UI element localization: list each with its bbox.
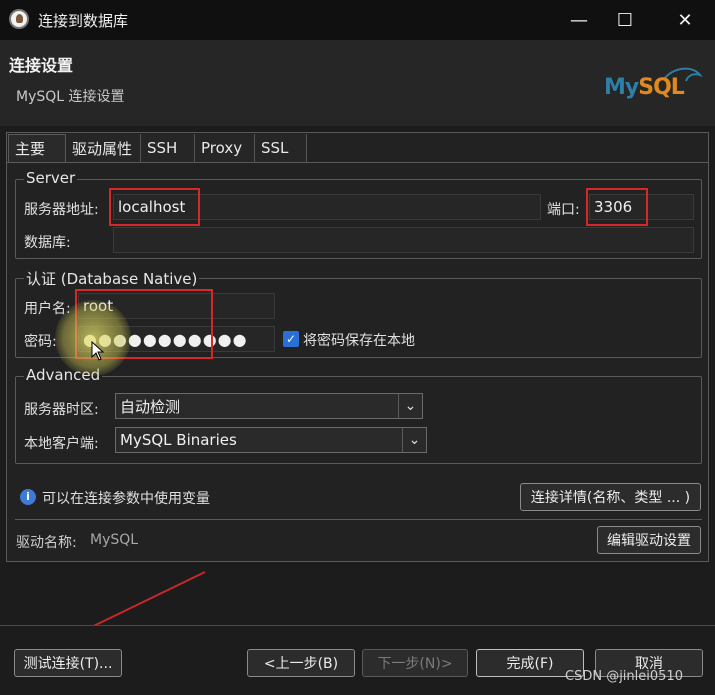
server-legend: Server xyxy=(24,169,78,187)
driver-value: MySQL xyxy=(90,532,139,548)
username-label: 用户名: xyxy=(24,301,71,317)
tab-ssh[interactable]: SSH xyxy=(141,134,195,162)
save-password-label: 将密码保存在本地 xyxy=(303,333,415,349)
dbeaver-app-icon xyxy=(9,9,29,29)
driver-divider xyxy=(15,519,702,520)
tab-ssl[interactable]: SSL xyxy=(255,134,307,162)
info-icon: i xyxy=(20,489,36,505)
tab-proxy[interactable]: Proxy xyxy=(195,134,255,162)
port-input[interactable]: 3306 xyxy=(589,194,694,220)
driver-label: 驱动名称: xyxy=(16,535,77,551)
close-button[interactable]: ✕ xyxy=(670,6,700,34)
mysql-logo-sql: SQL xyxy=(638,75,685,100)
timezone-label: 服务器时区: xyxy=(24,402,99,418)
auth-legend: 认证 (Database Native) xyxy=(24,268,200,289)
edit-driver-button[interactable]: 编辑驱动设置 xyxy=(597,526,701,554)
next-button[interactable]: 下一步(N)> xyxy=(362,649,468,677)
header-title: 连接设置 xyxy=(9,56,74,75)
maximize-button[interactable]: ☐ xyxy=(610,6,640,34)
main-panel: 主要 驱动属性 SSH Proxy SSL Server 服务器地址: loca… xyxy=(6,132,709,562)
password-input[interactable]: ●●●●●●●●●●● xyxy=(78,326,275,352)
client-label: 本地客户端: xyxy=(24,436,99,452)
variables-hint: 可以在连接参数中使用变量 xyxy=(42,491,210,507)
tab-driver-properties[interactable]: 驱动属性 xyxy=(66,134,141,162)
tab-main[interactable]: 主要 xyxy=(8,134,66,162)
database-label: 数据库: xyxy=(24,235,71,251)
window-title: 连接到数据库 xyxy=(38,12,129,30)
dialog-header: 连接设置 MySQL 连接设置 MySQL xyxy=(0,40,715,126)
timezone-select[interactable]: 自动检测 ⌄ xyxy=(115,393,423,419)
database-input[interactable] xyxy=(113,227,694,253)
back-button[interactable]: <上一步(B) xyxy=(247,649,355,677)
local-client-value: MySQL Binaries xyxy=(120,431,237,449)
chevron-down-icon: ⌄ xyxy=(398,394,422,418)
title-bar: 连接到数据库 — ☐ ✕ xyxy=(0,0,715,40)
timezone-value: 自动检测 xyxy=(120,397,181,416)
tab-divider xyxy=(7,162,708,163)
connection-details-button[interactable]: 连接详情(名称、类型 ... ) xyxy=(520,483,701,511)
mouse-pointer-icon xyxy=(91,341,105,361)
minimize-button[interactable]: — xyxy=(564,6,594,34)
username-input[interactable]: root xyxy=(78,293,275,319)
tab-bar: 主要 驱动属性 SSH Proxy SSL xyxy=(8,134,307,162)
chevron-down-icon: ⌄ xyxy=(402,428,426,452)
mysql-logo-my: My xyxy=(604,75,639,100)
password-label: 密码: xyxy=(24,334,57,350)
csdn-watermark: CSDN @jinlei0510 xyxy=(565,669,683,684)
advanced-legend: Advanced xyxy=(24,366,103,384)
save-password-checkbox[interactable]: ✓ xyxy=(283,331,299,347)
header-subtitle: MySQL 连接设置 xyxy=(16,89,125,105)
host-label: 服务器地址: xyxy=(24,202,99,218)
host-input[interactable]: localhost xyxy=(113,194,541,220)
port-label: 端口: xyxy=(547,202,580,218)
mysql-logo: MySQL xyxy=(604,65,704,115)
local-client-select[interactable]: MySQL Binaries ⌄ xyxy=(115,427,427,453)
test-connection-button[interactable]: 测试连接(T)... xyxy=(14,649,122,677)
